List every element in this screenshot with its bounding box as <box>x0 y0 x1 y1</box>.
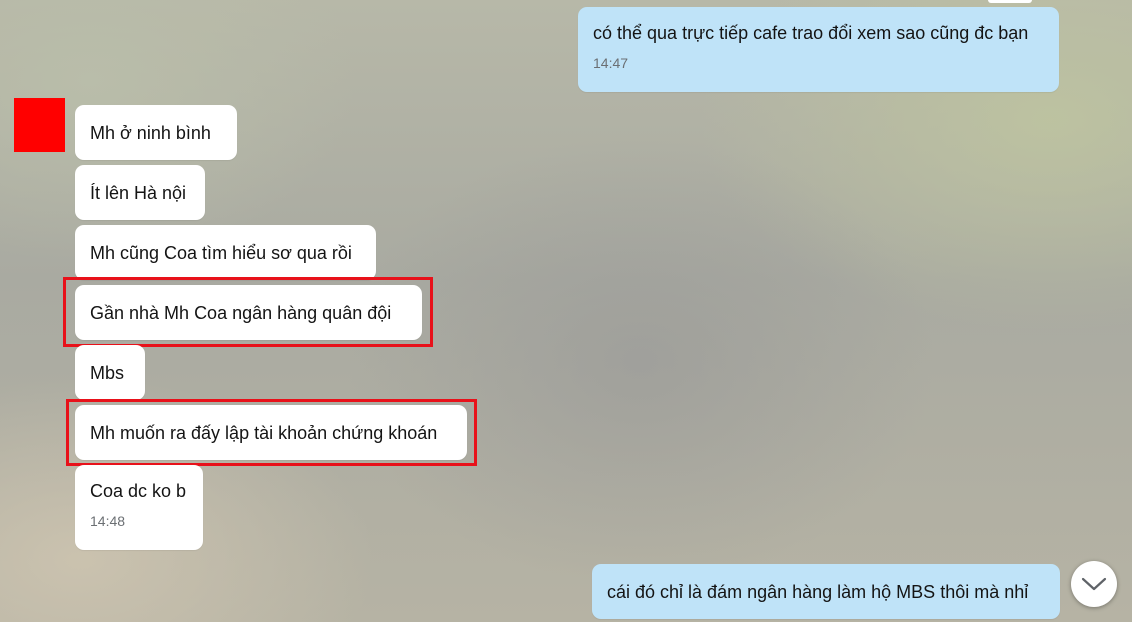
incoming-message[interactable]: Ít lên Hà nội <box>75 165 205 220</box>
avatar[interactable] <box>14 98 65 152</box>
chat-area: có thể qua trực tiếp cafe trao đổi xem s… <box>0 0 1132 622</box>
incoming-message[interactable]: Mh muốn ra đấy lập tài khoản chứng khoán <box>75 405 467 460</box>
message-time: 14:48 <box>90 513 126 529</box>
message-time: 14:47 <box>593 55 629 71</box>
incoming-message[interactable]: Mh ở ninh bình <box>75 105 237 160</box>
incoming-message[interactable]: Mh cũng Coa tìm hiểu sơ qua rồi <box>75 225 376 280</box>
scroll-down-button[interactable] <box>1071 561 1117 607</box>
chevron-down-icon <box>1081 577 1107 591</box>
message-text: Mh muốn ra đấy lập tài khoản chứng khoán <box>90 422 438 443</box>
message-text: Gần nhà Mh Coa ngân hàng quân đội <box>90 302 392 323</box>
message-text: Ít lên Hà nội <box>90 182 187 203</box>
message-text: Mh cũng Coa tìm hiểu sơ qua rồi <box>90 242 352 263</box>
incoming-message[interactable]: Gần nhà Mh Coa ngân hàng quân đội <box>75 285 422 340</box>
incoming-message[interactable]: Coa dc ko b 14:48 <box>75 465 203 550</box>
message-text: cái đó chỉ là đám ngân hàng làm hộ MBS t… <box>607 581 1029 602</box>
incoming-message[interactable]: Mbs <box>75 345 145 400</box>
message-text: Mh ở ninh bình <box>90 122 211 143</box>
message-text: Mbs <box>90 362 125 383</box>
outgoing-message[interactable]: cái đó chỉ là đám ngân hàng làm hộ MBS t… <box>592 564 1060 619</box>
outgoing-message[interactable]: có thể qua trực tiếp cafe trao đổi xem s… <box>578 7 1059 92</box>
previous-message-edge <box>988 0 1032 3</box>
message-text: có thể qua trực tiếp cafe trao đổi xem s… <box>593 23 1029 43</box>
message-text: Coa dc ko b <box>90 481 187 501</box>
